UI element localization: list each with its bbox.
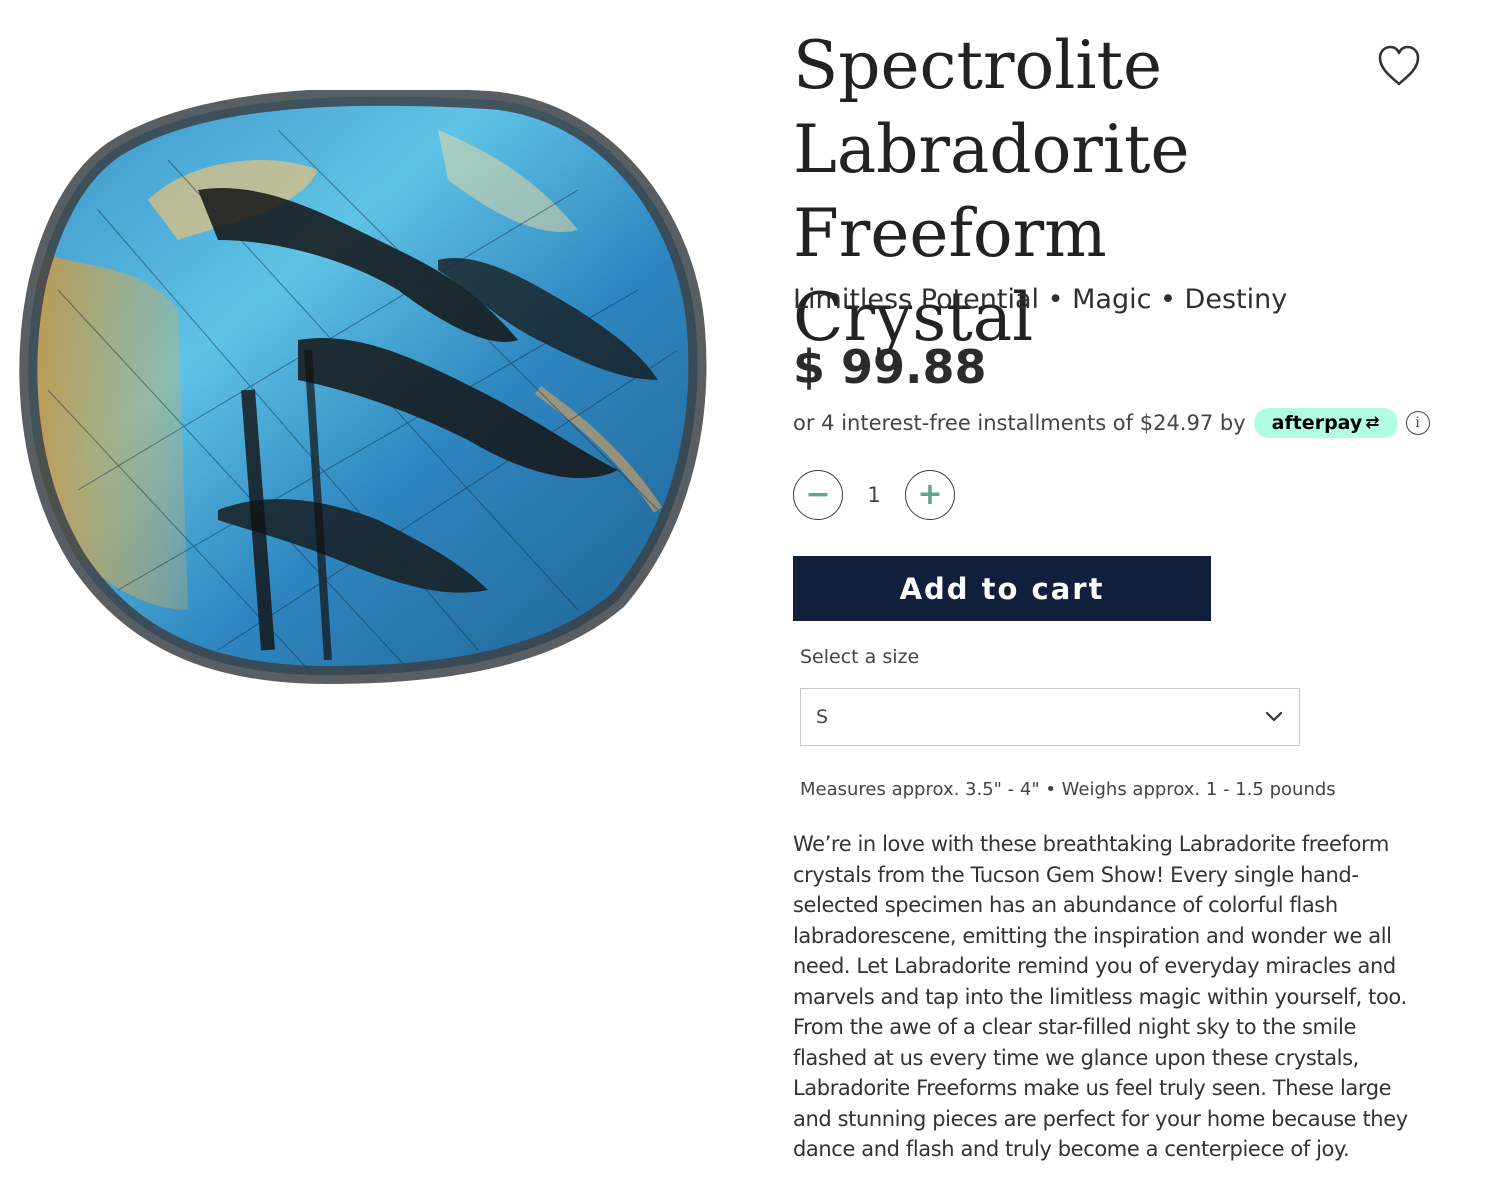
quantity-stepper: − 1 + [793, 469, 955, 521]
product-image [18, 87, 708, 690]
afterpay-badge[interactable]: afterpay ⇄ [1253, 408, 1398, 438]
heart-icon[interactable] [1376, 44, 1422, 88]
product-price: $ 99.88 [793, 340, 987, 394]
info-icon[interactable]: i [1405, 411, 1430, 435]
size-select-value: S [816, 706, 829, 728]
afterpay-label: afterpay [1271, 412, 1363, 434]
size-select[interactable]: S [800, 688, 1300, 746]
quantity-value[interactable]: 1 [843, 483, 905, 507]
product-subtitle: Limitless Potential • Magic • Destiny [793, 284, 1288, 315]
add-to-cart-button[interactable]: Add to cart [793, 556, 1211, 621]
afterpay-arrows-icon: ⇄ [1365, 413, 1380, 433]
size-select-label: Select a size [800, 646, 920, 668]
quantity-increase-button[interactable]: + [905, 470, 955, 520]
product-description: We’re in love with these breathtaking La… [793, 832, 1408, 1161]
installments-row: or 4 interest-free installments of $24.9… [793, 406, 1430, 440]
product-measures: Measures approx. 3.5" - 4" • Weighs appr… [800, 779, 1336, 800]
chevron-down-icon [1265, 708, 1283, 727]
quantity-decrease-button[interactable]: − [793, 470, 843, 520]
installments-text: or 4 interest-free installments of $24.9… [793, 411, 1246, 435]
